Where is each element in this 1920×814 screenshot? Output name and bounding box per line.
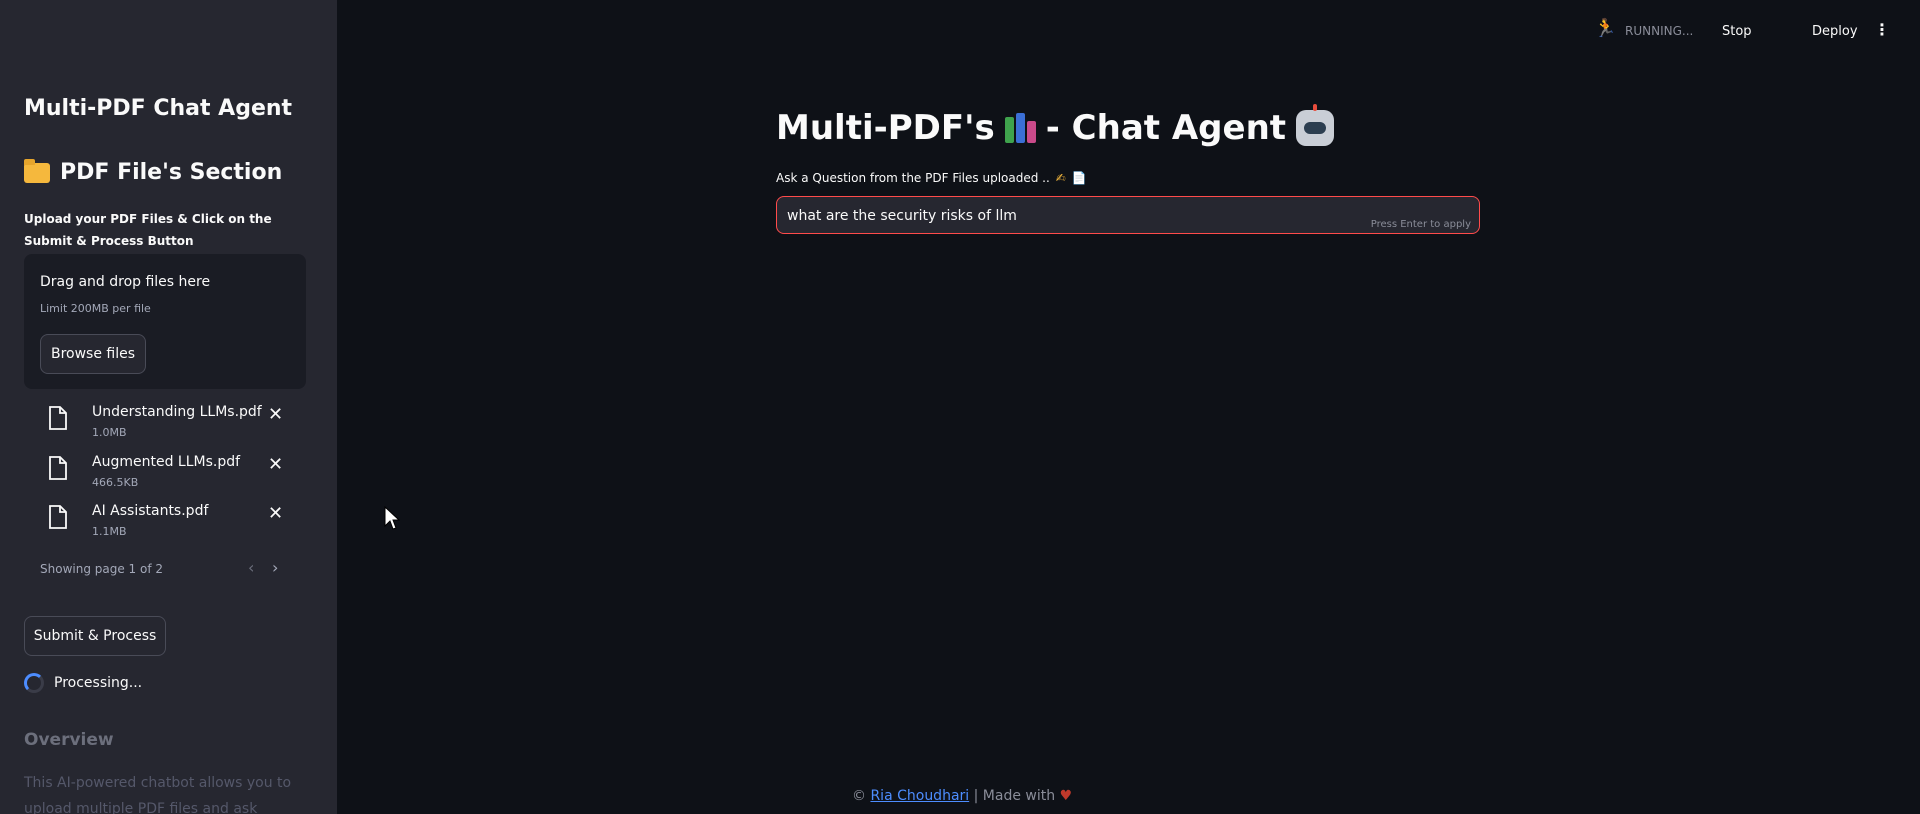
question-input[interactable] xyxy=(787,205,1347,227)
upload-hint: Upload your PDF Files & Click on the Sub… xyxy=(24,212,272,248)
footer: © Ria Choudhari | Made with ♥ xyxy=(852,788,1072,804)
sidebar-app-title: Multi-PDF Chat Agent xyxy=(24,96,293,121)
question-input-box: Press Enter to apply xyxy=(776,196,1480,234)
section-heading: PDF File's Section xyxy=(24,158,283,185)
books-icon xyxy=(1004,113,1036,143)
spinner-icon xyxy=(24,673,44,693)
processing-status: Processing... xyxy=(24,673,142,693)
dropzone-limit: Limit 200MB per file xyxy=(40,302,151,315)
file-icon xyxy=(49,505,67,529)
copyright-symbol: © xyxy=(852,788,866,804)
sidebar: Multi-PDF Chat Agent PDF File's Section … xyxy=(0,0,337,814)
uploaded-file-item: Understanding LLMs.pdf 1.0MB ✕ xyxy=(44,402,304,446)
press-enter-hint: Press Enter to apply xyxy=(1370,219,1471,230)
question-label: Ask a Question from the PDF Files upload… xyxy=(776,171,1087,185)
file-size: 1.1MB xyxy=(92,525,127,538)
question-label-text: Ask a Question from the PDF Files upload… xyxy=(776,171,1050,185)
heart-icon: ♥ xyxy=(1059,788,1073,804)
writing-hand-icon: ✍ xyxy=(1055,171,1066,185)
file-icon xyxy=(49,406,67,430)
made-with-text: | Made with xyxy=(973,788,1056,804)
overview-heading: Overview xyxy=(24,730,114,750)
stop-button[interactable]: Stop xyxy=(1722,24,1752,39)
file-size: 466.5KB xyxy=(92,476,139,489)
pagination-status: Showing page 1 of 2 xyxy=(40,562,163,576)
mouse-cursor-icon xyxy=(384,506,400,530)
processing-label: Processing... xyxy=(54,675,143,691)
browse-files-button[interactable]: Browse files xyxy=(40,334,146,374)
page-title: Multi-PDF's - Chat Agent xyxy=(776,104,1335,148)
section-title: PDF File's Section xyxy=(60,160,283,185)
file-name: Understanding LLMs.pdf xyxy=(92,404,262,420)
title-part-1: Multi-PDF's xyxy=(776,108,995,148)
chevron-left-icon[interactable]: ‹ xyxy=(248,558,254,577)
overview-text: This AI-powered chatbot allows you to up… xyxy=(24,775,292,814)
author-link[interactable]: Ria Choudhari xyxy=(870,788,969,804)
folder-icon xyxy=(24,158,50,183)
document-icon: 📄 xyxy=(1071,171,1087,185)
running-man-icon: 🏃 xyxy=(1594,18,1617,39)
chevron-right-icon[interactable]: › xyxy=(272,558,278,577)
remove-file-icon[interactable]: ✕ xyxy=(268,503,283,524)
file-name: AI Assistants.pdf xyxy=(92,503,209,519)
running-status: RUNNING... xyxy=(1625,24,1694,38)
deploy-button[interactable]: Deploy xyxy=(1812,24,1858,39)
more-menu-icon[interactable]: ⋮ xyxy=(1874,20,1890,39)
file-size: 1.0MB xyxy=(92,426,127,439)
uploaded-file-item: AI Assistants.pdf 1.1MB ✕ xyxy=(44,501,304,545)
dropzone-title: Drag and drop files here xyxy=(40,274,211,290)
top-toolbar: 🏃 RUNNING... Stop Deploy ⋮ xyxy=(1580,0,1920,62)
file-dropzone[interactable]: Drag and drop files here Limit 200MB per… xyxy=(24,254,306,389)
file-icon xyxy=(49,456,67,480)
title-part-2: - Chat Agent xyxy=(1045,108,1287,148)
remove-file-icon[interactable]: ✕ xyxy=(268,404,283,425)
robot-icon xyxy=(1296,104,1335,146)
file-name: Augmented LLMs.pdf xyxy=(92,454,241,470)
submit-process-button[interactable]: Submit & Process xyxy=(24,616,166,656)
uploaded-file-item: Augmented LLMs.pdf 466.5KB ✕ xyxy=(44,452,304,496)
remove-file-icon[interactable]: ✕ xyxy=(268,454,283,475)
